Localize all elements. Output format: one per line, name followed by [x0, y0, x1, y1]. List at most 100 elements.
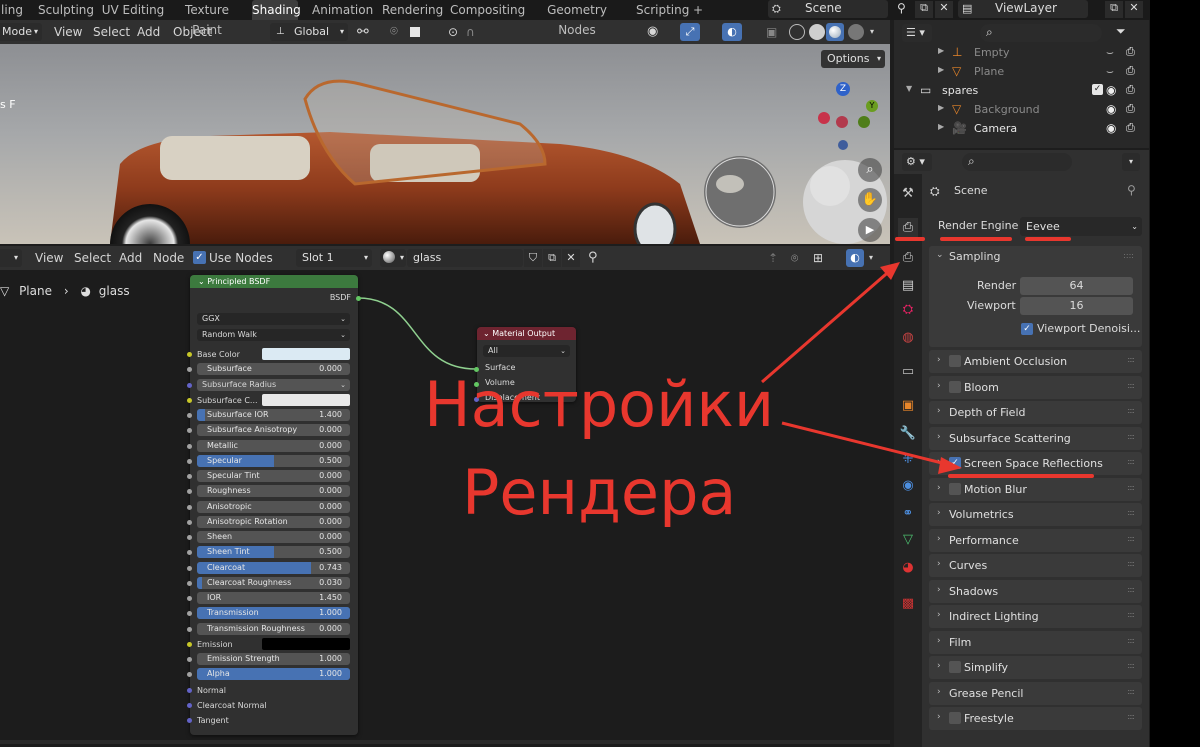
display-mode-dropdown[interactable]: ☰ ▾: [902, 24, 932, 42]
workspace-tab[interactable]: Geometry Nodes: [531, 0, 623, 37]
drag-grip-icon[interactable]: ::::: [1127, 610, 1135, 619]
chevron-right-icon[interactable]: ›: [937, 610, 941, 620]
gizmo-neg-y-icon[interactable]: [858, 116, 870, 128]
gizmo-z-axis-icon[interactable]: Z: [836, 82, 850, 96]
gizmo-neg-z-icon[interactable]: [838, 140, 848, 150]
node-editor-canvas[interactable]: ▽ Plane › ◕ glass ⌄ Principled BSDF BSDF…: [0, 270, 890, 747]
node-input-row[interactable]: Roughness 0.000: [187, 485, 358, 498]
workspace-tab[interactable]: ling: [0, 0, 32, 20]
material-preview-shading-icon[interactable]: [826, 23, 844, 41]
node-slider[interactable]: Alpha 1.000: [197, 668, 350, 681]
drag-grip-icon[interactable]: ::::: [1127, 559, 1135, 568]
overlay-toggle-icon[interactable]: ◐: [722, 23, 742, 41]
node-input-row[interactable]: Metallic 0.000: [187, 439, 358, 453]
render-toggle-icon[interactable]: ⎙: [1126, 102, 1135, 116]
input-socket[interactable]: [187, 397, 192, 403]
node-slider[interactable]: Anisotropic 0.000: [197, 500, 350, 513]
input-socket[interactable]: [187, 641, 192, 647]
node-slider[interactable]: Transmission Roughness 0.000: [197, 622, 350, 635]
view-layer-selector[interactable]: ▤ ViewLayer: [958, 0, 1088, 18]
sampling-title[interactable]: Sampling: [949, 250, 1001, 263]
settings-panel[interactable]: › Shadows::::: [929, 579, 1142, 603]
drag-grip-icon[interactable]: ::::: [1127, 687, 1135, 696]
color-swatch[interactable]: [262, 348, 350, 360]
expand-right-icon[interactable]: ▶: [938, 103, 944, 112]
panel-enable-checkbox[interactable]: [949, 355, 961, 367]
world-tab-icon[interactable]: ◍: [898, 328, 918, 348]
input-socket[interactable]: [187, 550, 192, 556]
node-input-row[interactable]: Alpha 1.000: [187, 668, 358, 681]
input-socket[interactable]: [187, 474, 192, 479]
drag-grip-icon[interactable]: ::::: [1127, 406, 1135, 415]
input-socket[interactable]: [187, 687, 192, 693]
material-name-field[interactable]: glass: [407, 249, 523, 267]
node-input-row[interactable]: Subsurface Anisotropy 0.000: [187, 424, 358, 437]
editor-type-dropdown[interactable]: ▾: [0, 249, 22, 267]
input-socket[interactable]: [187, 611, 192, 617]
chevron-right-icon[interactable]: ›: [937, 432, 941, 442]
node-slider[interactable]: Specular Tint 0.000: [197, 470, 350, 482]
snap-icon[interactable]: ⌾: [390, 20, 398, 44]
node-input-row[interactable]: Tangent: [187, 714, 358, 727]
settings-panel[interactable]: › Subsurface Scattering::::: [929, 426, 1142, 450]
input-socket[interactable]: [187, 535, 192, 540]
settings-panel[interactable]: › Performance::::: [929, 528, 1142, 552]
collapse-icon[interactable]: ⌄: [483, 329, 490, 338]
outliner-row[interactable]: ▶ 🎥 Camera ◉ ⎙: [894, 120, 1149, 138]
outliner-row[interactable]: ▶ ⊥ Empty ⌣ ⎙: [894, 44, 1149, 62]
gizmo-neg-x-icon[interactable]: [836, 116, 848, 128]
render-toggle-icon[interactable]: ⎙: [1126, 45, 1135, 59]
solid-shading-icon[interactable]: [809, 24, 825, 40]
gizmo-y-axis-icon[interactable]: Y: [866, 100, 878, 112]
chevron-right-icon[interactable]: ›: [937, 636, 941, 646]
node-menu-view[interactable]: View: [35, 246, 63, 270]
color-swatch[interactable]: [262, 637, 350, 650]
drag-grip-icon[interactable]: ::::: [1127, 355, 1135, 364]
node-slider[interactable]: Roughness 0.000: [197, 485, 350, 498]
node-slider[interactable]: Specular 0.500: [197, 454, 350, 467]
collection-tab-icon[interactable]: ▭: [898, 362, 918, 382]
duplicate-icon[interactable]: ⧉: [915, 1, 933, 18]
input-socket[interactable]: [187, 443, 192, 449]
principled-bsdf-node[interactable]: ⌄ Principled BSDF BSDF GGX ⌄ Random Walk ⌄…: [187, 275, 361, 735]
viewport-menu-add[interactable]: Add: [137, 20, 160, 44]
node-input-row[interactable]: Anisotropic 0.000: [187, 500, 358, 514]
chevron-right-icon[interactable]: ›: [937, 534, 941, 544]
node-slider[interactable]: Metallic 0.000: [197, 439, 350, 452]
transform-orientation-dropdown[interactable]: ⊥ Global ▾: [270, 23, 348, 41]
settings-panel[interactable]: › Indirect Lighting::::: [929, 605, 1142, 628]
distribution-dropdown[interactable]: GGX ⌄: [197, 313, 350, 325]
node-input-row[interactable]: Subsurface Radius ⌄: [187, 378, 358, 392]
node-slider[interactable]: Subsurface 0.000: [197, 363, 350, 376]
camera-view-icon[interactable]: ▶: [858, 218, 882, 242]
panel-enable-checkbox[interactable]: ✓: [949, 457, 961, 469]
node-input-row[interactable]: Subsurface 0.000: [187, 363, 358, 376]
eye-closed-icon[interactable]: ⌣: [1106, 45, 1114, 60]
workspace-tab[interactable]: Compositing: [450, 0, 525, 20]
input-socket[interactable]: [187, 352, 192, 357]
input-socket[interactable]: [187, 458, 192, 464]
chevron-down-icon[interactable]: ▾: [870, 20, 874, 44]
node-slider[interactable]: Subsurface IOR 1.400: [197, 409, 350, 421]
workspace-tab[interactable]: Shading: [252, 0, 301, 20]
target-dropdown[interactable]: All ⌄: [483, 345, 570, 357]
panel-enable-checkbox[interactable]: [949, 380, 961, 393]
settings-panel[interactable]: › Simplify::::: [929, 656, 1142, 679]
collapse-icon[interactable]: ⌄: [198, 277, 205, 286]
node-input-row[interactable]: Specular 0.500: [187, 454, 358, 468]
expand-right-icon[interactable]: ▶: [938, 122, 944, 131]
input-socket[interactable]: [187, 504, 192, 510]
panel-enable-checkbox[interactable]: [949, 482, 961, 495]
scene-selector[interactable]: ⛭ Scene: [768, 0, 888, 18]
snap-grid-icon[interactable]: ⊞: [813, 246, 823, 270]
outliner-row[interactable]: ▼ ▭ spares ✓ ◉ ⎙: [894, 82, 1149, 100]
node-input-row[interactable]: Specular Tint 0.000: [187, 470, 358, 483]
data-tab-icon[interactable]: ▽: [898, 530, 918, 550]
pin-icon[interactable]: ⚲: [588, 246, 598, 270]
use-nodes-checkbox[interactable]: ✓: [193, 251, 206, 264]
drag-grip-icon[interactable]: ::::: [1127, 636, 1135, 645]
mode-dropdown[interactable]: Mode ▾: [0, 23, 42, 41]
chevron-right-icon[interactable]: ›: [937, 559, 941, 569]
settings-panel[interactable]: › Volumetrics::::: [929, 503, 1142, 526]
node-input-row[interactable]: Transmission Roughness 0.000: [187, 622, 358, 636]
